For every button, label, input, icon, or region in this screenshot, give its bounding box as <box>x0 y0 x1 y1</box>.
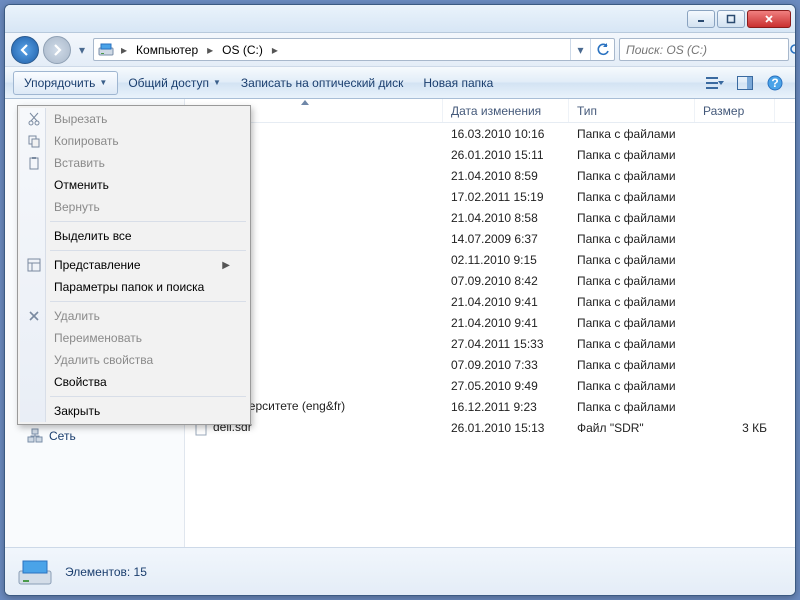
titlebar <box>5 5 795 33</box>
menu-item[interactable]: Свойства <box>20 371 248 393</box>
paste-icon <box>26 155 42 171</box>
menu-item-label: Удалить свойства <box>54 353 153 367</box>
menu-item-label: Переименовать <box>54 331 142 345</box>
table-row[interactable]: 21.04.2010 9:41Папка с файлами <box>185 312 795 333</box>
refresh-button[interactable] <box>590 39 614 60</box>
chevron-right-icon[interactable]: ▸ <box>118 39 130 60</box>
organize-menu: Вырезать Копировать Вставить Отменить Вернут… <box>17 105 251 425</box>
network-icon <box>27 428 43 444</box>
delete-icon <box>26 308 42 324</box>
layout-icon <box>26 257 42 273</box>
table-row[interactable]: Data07.09.2010 8:42Папка с файлами <box>185 270 795 291</box>
table-row[interactable]: 14.07.2009 6:37Папка с файлами <box>185 228 795 249</box>
menu-item: Вырезать <box>20 108 248 130</box>
menu-item: Переименовать <box>20 327 248 349</box>
table-row[interactable]: 27.04.2011 15:33Папка с файлами <box>185 333 795 354</box>
menu-item-label: Копировать <box>54 134 119 148</box>
sidebar-item-network[interactable]: Сеть <box>5 425 184 447</box>
drive-icon <box>17 557 53 587</box>
table-row[interactable]: Files02.11.2010 9:15Папка с файлами <box>185 249 795 270</box>
search-input[interactable] <box>620 43 789 57</box>
search-box[interactable] <box>619 38 789 61</box>
address-dropdown[interactable]: ▾ <box>570 39 590 60</box>
file-list: Имя Дата изменения Тип Размер 16.03.2010… <box>185 99 795 547</box>
table-row[interactable]: dell.sdr26.01.2010 15:13Файл "SDR"3 КБ <box>185 417 795 438</box>
menu-item-label: Представление <box>54 258 141 272</box>
menu-item-label: Вернуть <box>54 200 100 214</box>
menu-item-label: Закрыть <box>54 404 100 418</box>
chevron-right-icon[interactable]: ▸ <box>204 39 216 60</box>
forward-button[interactable] <box>43 36 71 64</box>
toolbar: Упорядочить▼ Общий доступ▼ Записать на о… <box>5 67 795 99</box>
burn-button[interactable]: Записать на оптический диск <box>231 71 414 95</box>
minimize-button[interactable] <box>687 10 715 28</box>
nav-row: ▾ ▸ Компьютер ▸ OS (C:) ▸ ▾ <box>5 33 795 67</box>
column-headers: Имя Дата изменения Тип Размер <box>185 99 795 123</box>
column-size[interactable]: Размер <box>695 99 775 122</box>
cut-icon <box>26 111 42 127</box>
menu-item[interactable]: Выделить все <box>20 225 248 247</box>
close-button[interactable] <box>747 10 791 28</box>
view-options-button[interactable] <box>703 71 727 95</box>
menu-item-label: Вставить <box>54 156 105 170</box>
menu-item-label: Выделить все <box>54 229 132 243</box>
column-type[interactable]: Тип <box>569 99 695 122</box>
menu-item-label: Удалить <box>54 309 100 323</box>
organize-button[interactable]: Упорядочить▼ <box>13 71 118 95</box>
chevron-right-icon[interactable]: ▸ <box>269 39 281 60</box>
menu-item: Удалить свойства <box>20 349 248 371</box>
table-row[interactable]: 17.02.2011 15:19Папка с файлами <box>185 186 795 207</box>
menu-item: Вернуть <box>20 196 248 218</box>
svg-text:?: ? <box>771 76 778 90</box>
menu-item-label: Параметры папок и поиска <box>54 280 204 294</box>
menu-item: Вставить <box>20 152 248 174</box>
table-row[interactable]: 21.04.2010 8:59Папка с файлами <box>185 165 795 186</box>
drive-icon <box>98 42 114 58</box>
back-button[interactable] <box>11 36 39 64</box>
chevron-right-icon: ▶ <box>222 260 230 271</box>
maximize-button[interactable] <box>717 10 745 28</box>
table-row[interactable]: 26.01.2010 15:11Папка с файлами <box>185 144 795 165</box>
menu-item[interactable]: Отменить <box>20 174 248 196</box>
breadcrumb-computer[interactable]: Компьютер <box>130 39 204 60</box>
explorer-window: ▾ ▸ Компьютер ▸ OS (C:) ▸ ▾ Упорядочить▼… <box>4 4 796 596</box>
sidebar-item-label: Сеть <box>49 429 76 443</box>
status-bar: Элементов: 15 <box>5 547 795 595</box>
table-row[interactable]: б университете (eng&fr)16.12.2011 9:23Па… <box>185 396 795 417</box>
menu-item-label: Вырезать <box>54 112 107 126</box>
menu-item[interactable]: Представление ▶ <box>20 254 248 276</box>
search-icon[interactable] <box>789 43 796 57</box>
share-button[interactable]: Общий доступ▼ <box>118 71 231 95</box>
new-folder-button[interactable]: Новая папка <box>413 71 503 95</box>
preview-pane-button[interactable] <box>733 71 757 95</box>
menu-item[interactable]: Закрыть <box>20 400 248 422</box>
table-row[interactable]: лет07.09.2010 7:33Папка с файлами <box>185 354 795 375</box>
address-bar[interactable]: ▸ Компьютер ▸ OS (C:) ▸ ▾ <box>93 38 615 61</box>
column-date[interactable]: Дата изменения <box>443 99 569 122</box>
menu-item: Удалить <box>20 305 248 327</box>
status-count: Элементов: 15 <box>65 565 147 579</box>
table-row[interactable]: he21.04.2010 8:58Папка с файлами <box>185 207 795 228</box>
menu-item[interactable]: Параметры папок и поиска <box>20 276 248 298</box>
nav-history-dropdown[interactable]: ▾ <box>75 37 89 63</box>
help-button[interactable]: ? <box>763 71 787 95</box>
menu-item-label: Свойства <box>54 375 107 389</box>
table-row[interactable]: 21.04.2010 9:41Папка с файлами <box>185 291 795 312</box>
table-row[interactable]: атели27.05.2010 9:49Папка с файлами <box>185 375 795 396</box>
breadcrumb-drive[interactable]: OS (C:) <box>216 39 269 60</box>
copy-icon <box>26 133 42 149</box>
menu-item-label: Отменить <box>54 178 109 192</box>
menu-item: Копировать <box>20 130 248 152</box>
table-row[interactable]: 16.03.2010 10:16Папка с файлами <box>185 123 795 144</box>
